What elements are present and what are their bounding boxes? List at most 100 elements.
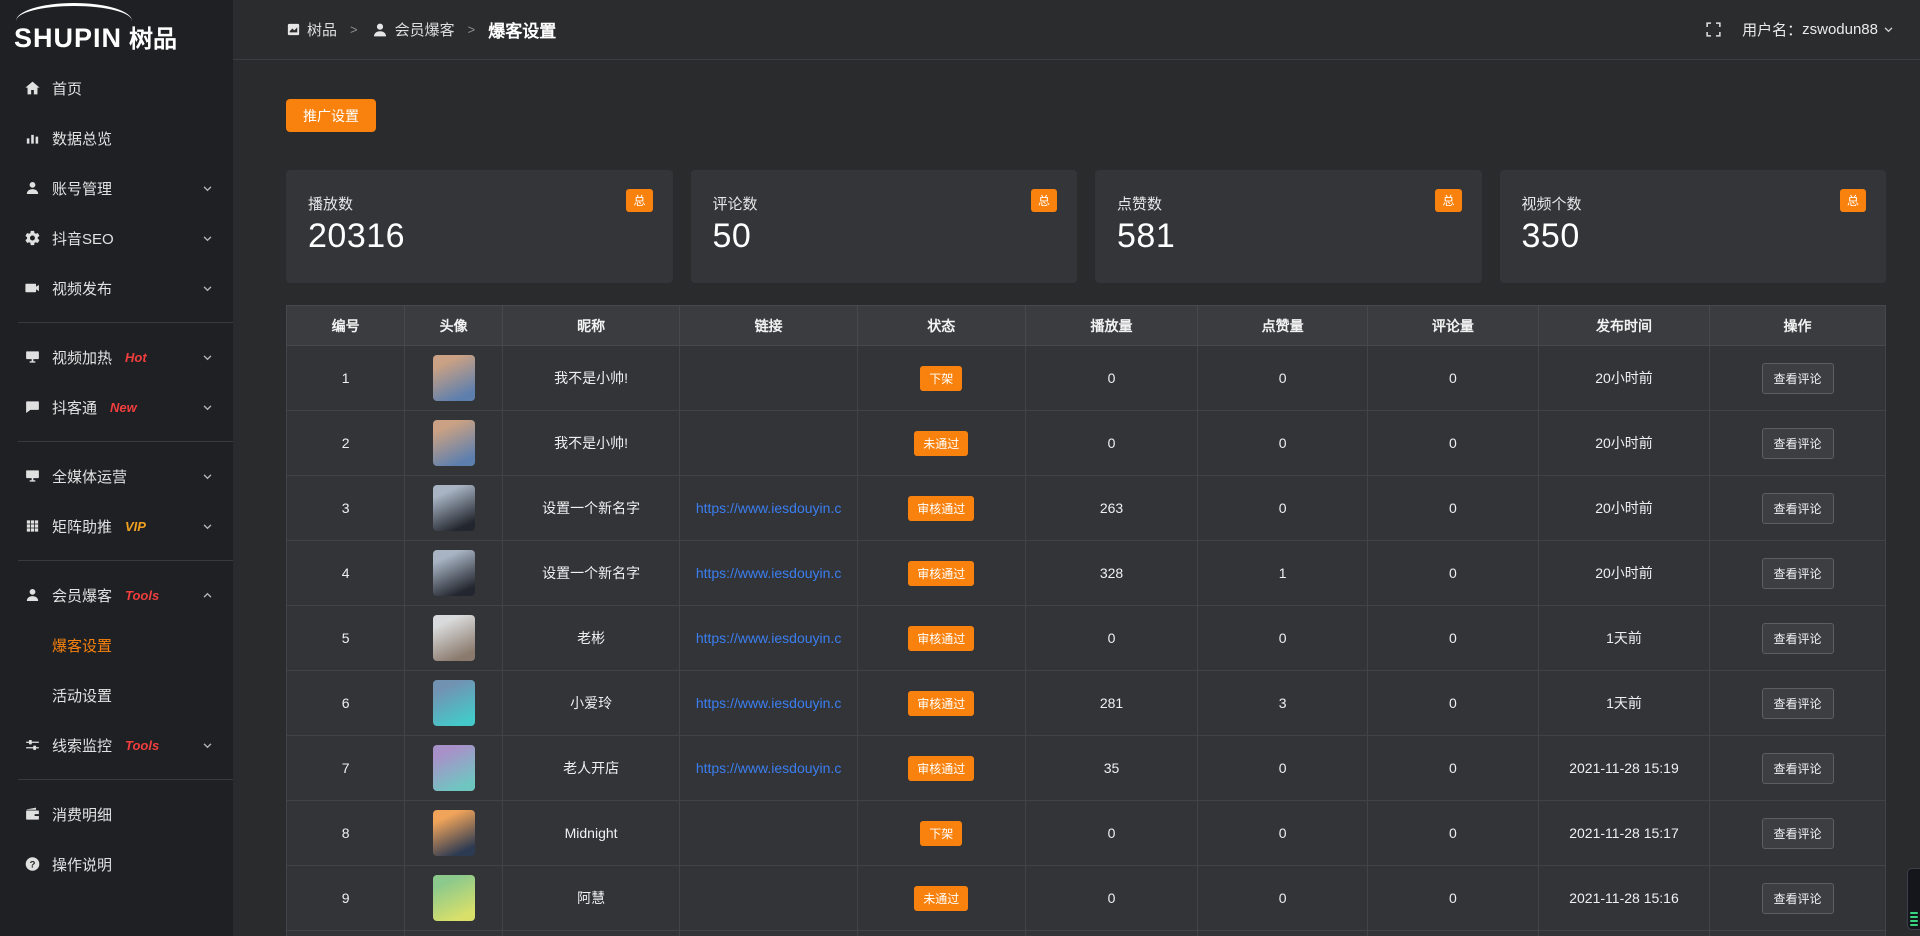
stat-card-label: 评论数: [713, 193, 1056, 214]
sidebar-item-首页[interactable]: 首页: [0, 63, 233, 113]
avatar: [433, 355, 475, 401]
status-badge: 审核通过: [908, 561, 974, 586]
stat-card-播放数: 播放数20316总: [286, 170, 673, 283]
cell-time: 20小时前: [1538, 411, 1709, 476]
sidebar-item-全媒体运营[interactable]: 全媒体运营: [0, 451, 233, 501]
chevron-down-icon: [202, 521, 213, 532]
sidebar-item-会员爆客[interactable]: 会员爆客Tools: [0, 570, 233, 620]
display-icon: [24, 348, 41, 366]
cell-plays: 0: [1025, 346, 1198, 411]
view-comments-button[interactable]: 查看评论: [1762, 558, 1834, 589]
table-row: 9阿慧未通过0002021-11-28 15:16查看评论: [287, 866, 1886, 931]
view-comments-button[interactable]: 查看评论: [1762, 818, 1834, 849]
column-header-操作: 操作: [1710, 306, 1886, 346]
stat-card-label: 点赞数: [1117, 193, 1460, 214]
user-menu[interactable]: 用户名： zswodun88: [1742, 19, 1894, 40]
cell-plays: 0: [1025, 606, 1198, 671]
sidebar-item-视频加热[interactable]: 视频加热Hot: [0, 332, 233, 382]
cell-link: https://www.iesdouyin.c: [680, 671, 857, 736]
video-link[interactable]: https://www.iesdouyin.c: [696, 630, 842, 646]
sidebar-item-label: 视频发布: [52, 278, 112, 299]
sidebar-item-线索监控[interactable]: 线索监控Tools: [0, 720, 233, 770]
cell-likes: 0: [1198, 736, 1367, 801]
avatar: [433, 550, 475, 596]
sidebar-item-label: 抖音SEO: [52, 228, 114, 249]
wallet-icon: [24, 805, 41, 823]
cell-actions: 查看评论: [1710, 346, 1886, 411]
promotion-settings-button[interactable]: 推广设置: [286, 99, 376, 132]
breadcrumb-separator: >: [350, 22, 358, 37]
cell-avatar: [405, 476, 503, 541]
cell-link: [680, 801, 857, 866]
cell-avatar: [405, 346, 503, 411]
view-comments-button[interactable]: 查看评论: [1762, 883, 1834, 914]
sidebar-item-抖音SEO[interactable]: 抖音SEO: [0, 213, 233, 263]
sidebar-item-label: 抖客通: [52, 397, 97, 418]
column-header-状态: 状态: [857, 306, 1025, 346]
column-header-评论量: 评论量: [1367, 306, 1538, 346]
cell-time: 20小时前: [1538, 476, 1709, 541]
cell-avatar: [405, 541, 503, 606]
sidebar-item-消费明细[interactable]: 消费明细: [0, 789, 233, 839]
sidebar-subitem-爆客设置[interactable]: 爆客设置: [0, 620, 233, 670]
app-logo[interactable]: SHUPIN 树品: [0, 0, 233, 60]
sidebar-subitem-活动设置[interactable]: 活动设置: [0, 670, 233, 720]
cell-nickname: 小爱玲: [502, 671, 679, 736]
sidebar-item-抖客通[interactable]: 抖客通New: [0, 382, 233, 432]
video-link[interactable]: https://www.iesdouyin.c: [696, 695, 842, 711]
breadcrumb-item-爆客设置: 爆客设置: [488, 17, 556, 42]
cell-status: 下架: [857, 801, 1025, 866]
cell-actions: 查看评论: [1710, 866, 1886, 931]
sidebar-item-tag: VIP: [125, 519, 146, 534]
sidebar-item-视频发布[interactable]: 视频发布: [0, 263, 233, 313]
stat-card-value: 20316: [308, 217, 651, 256]
user-icon: [24, 586, 41, 604]
view-comments-button[interactable]: 查看评论: [1762, 428, 1834, 459]
stat-card-label: 视频个数: [1522, 193, 1865, 214]
video-link[interactable]: https://www.iesdouyin.c: [696, 760, 842, 776]
sidebar-item-操作说明[interactable]: ?操作说明: [0, 839, 233, 889]
avatar: [433, 810, 475, 856]
view-comments-button[interactable]: 查看评论: [1762, 753, 1834, 784]
sidebar-divider: [18, 560, 233, 561]
column-header-编号: 编号: [287, 306, 405, 346]
sidebar-item-数据总览[interactable]: 数据总览: [0, 113, 233, 163]
cell-nickname: [502, 931, 679, 936]
sidebar-item-矩阵助推[interactable]: 矩阵助推VIP: [0, 501, 233, 551]
cell-nickname: 阿慧: [502, 866, 679, 931]
status-badge: 未通过: [914, 886, 968, 911]
cell-comments: [1367, 931, 1538, 936]
cell-actions: 查看评论: [1710, 736, 1886, 801]
breadcrumb-item-会员爆客[interactable]: 会员爆客: [371, 19, 455, 40]
fullscreen-icon[interactable]: [1705, 21, 1722, 38]
video-link[interactable]: https://www.iesdouyin.c: [696, 565, 842, 581]
view-comments-button[interactable]: 查看评论: [1762, 493, 1834, 524]
breadcrumb-separator: >: [468, 22, 476, 37]
cell-actions: 查看评论: [1710, 801, 1886, 866]
floating-widget[interactable]: [1907, 868, 1920, 930]
breadcrumb: 树品 > 会员爆客 > 爆客设置: [286, 17, 556, 42]
cell-time: [1538, 931, 1709, 936]
chevron-down-icon: [1883, 24, 1894, 35]
cell-time: 1天前: [1538, 606, 1709, 671]
panel-icon: [286, 22, 301, 37]
sidebar-item-账号管理[interactable]: 账号管理: [0, 163, 233, 213]
cell-comments: 0: [1367, 801, 1538, 866]
cell-avatar: [405, 801, 503, 866]
cell-id: 9: [287, 866, 405, 931]
video-link[interactable]: https://www.iesdouyin.c: [696, 500, 842, 516]
view-comments-button[interactable]: 查看评论: [1762, 363, 1834, 394]
gear-icon: [24, 229, 41, 247]
cell-time: 2021-11-28 15:17: [1538, 801, 1709, 866]
breadcrumb-item-树品[interactable]: 树品: [286, 19, 337, 40]
cell-comments: 0: [1367, 541, 1538, 606]
sidebar-item-label: 账号管理: [52, 178, 112, 199]
cell-avatar: [405, 931, 503, 936]
view-comments-button[interactable]: 查看评论: [1762, 688, 1834, 719]
view-comments-button[interactable]: 查看评论: [1762, 623, 1834, 654]
sidebar-divider: [18, 779, 233, 780]
cell-plays: 281: [1025, 671, 1198, 736]
table-row: 7老人开店https://www.iesdouyin.c审核通过35002021…: [287, 736, 1886, 801]
table-row: 3设置一个新名字https://www.iesdouyin.c审核通过26300…: [287, 476, 1886, 541]
table-header-row: 编号头像昵称链接状态播放量点赞量评论量发布时间操作: [287, 306, 1886, 346]
